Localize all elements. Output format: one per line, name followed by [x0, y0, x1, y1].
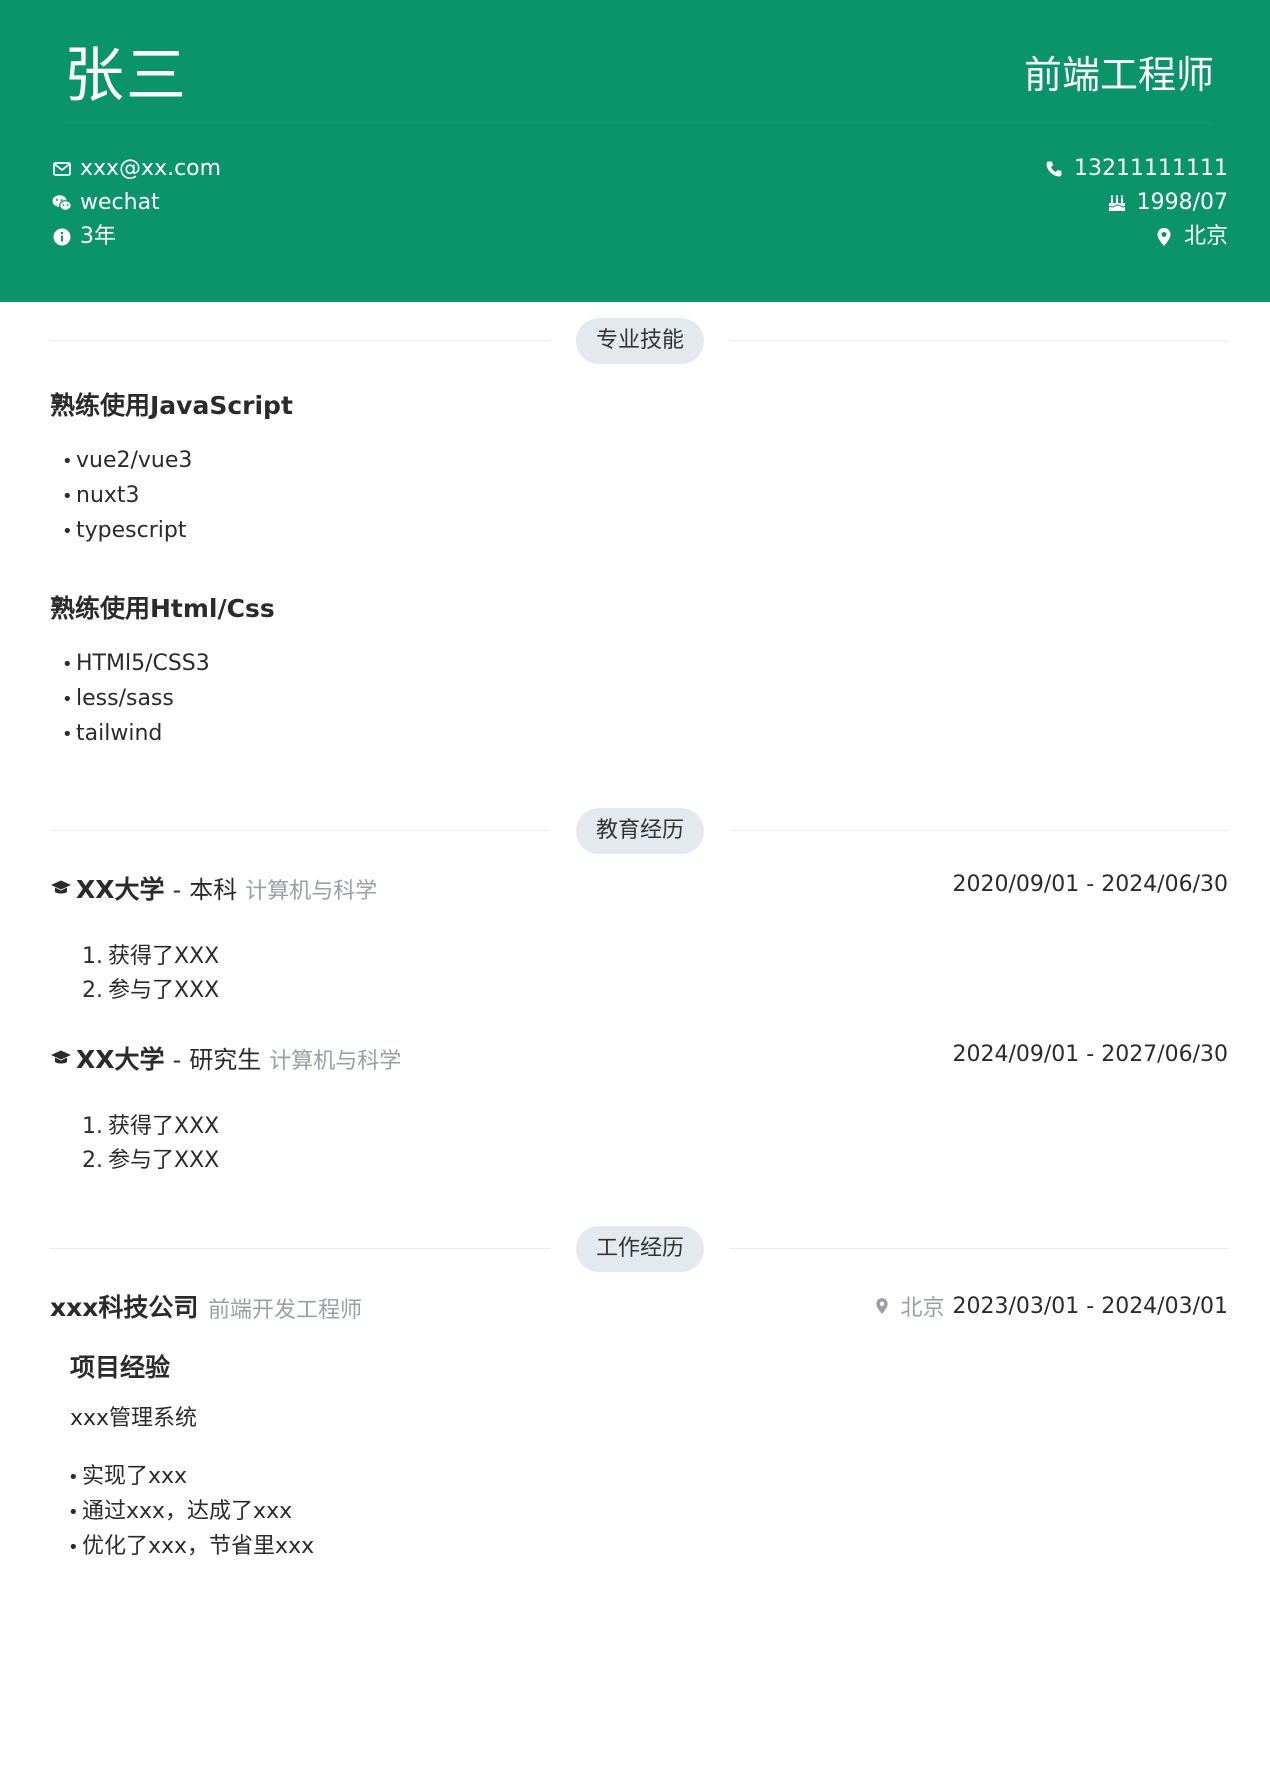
project-heading: 项目经验 — [70, 1353, 171, 1382]
skill-list: HTMl5/CSS3 less/sass tailwind — [62, 647, 210, 752]
list-item: 通过xxx，达成了xxx — [68, 1495, 314, 1530]
company-name: xxx科技公司 — [50, 1293, 199, 1322]
contact-right: 13211111111 1998/07 北京 — [1044, 152, 1228, 254]
list-item: less/sass — [62, 682, 210, 717]
contact-location: 北京 — [1044, 220, 1228, 254]
divider-line — [50, 340, 550, 341]
list-item: 2. 参与了XXX — [82, 1148, 220, 1173]
divider-line — [50, 1248, 550, 1249]
info-icon — [52, 227, 72, 247]
graduation-cap-icon — [50, 877, 72, 899]
school-name: XX大学 — [76, 875, 165, 904]
skill-group-title: 熟练使用Html/Css — [50, 594, 275, 623]
degree: 本科 — [189, 876, 238, 904]
education-date: 2024/09/01 - 2027/06/30 — [952, 1042, 1228, 1067]
candidate-name: 张三 — [64, 41, 188, 111]
work-date: 2023/03/01 - 2024/03/01 — [952, 1293, 1228, 1319]
resume-header: 张三 前端工程师 xxx@xx.com wechat 3年 1321111111… — [0, 0, 1270, 302]
contact-left: xxx@xx.com wechat 3年 — [52, 152, 221, 254]
work-heading-pill: 工作经历 — [576, 1226, 704, 1272]
contact-birthday: 1998/07 — [1044, 186, 1228, 220]
work-meta: 北京 2023/03/01 - 2024/03/01 — [872, 1290, 1228, 1322]
work-city: 北京 — [900, 1296, 945, 1321]
location-text: 北京 — [1183, 224, 1228, 249]
contact-experience: 3年 — [52, 220, 221, 254]
list-item: nuxt3 — [62, 479, 192, 514]
separator: - — [172, 1046, 182, 1074]
list-item: HTMl5/CSS3 — [62, 647, 210, 682]
birthday-text: 1998/07 — [1136, 190, 1228, 215]
mail-icon — [52, 159, 72, 179]
school-name: XX大学 — [76, 1045, 165, 1074]
list-item: 优化了xxx，节省里xxx — [68, 1530, 314, 1565]
location-icon — [872, 1296, 892, 1316]
job-title: 前端工程师 — [1023, 53, 1214, 97]
list-item: 实现了xxx — [68, 1460, 314, 1495]
major: 计算机与科学 — [269, 1049, 402, 1074]
divider-line — [730, 1248, 1228, 1249]
location-icon — [1154, 227, 1174, 247]
email-text[interactable]: xxx@xx.com — [80, 152, 221, 186]
wechat-text: wechat — [80, 190, 160, 215]
project-name: xxx管理系统 — [70, 1406, 198, 1431]
education-heading-pill: 教育经历 — [576, 808, 704, 854]
list-item: 1. 获得了XXX — [82, 1114, 220, 1139]
divider-line — [730, 830, 1228, 831]
cake-icon — [1107, 193, 1127, 213]
list-item: typescript — [62, 514, 192, 549]
education-date: 2020/09/01 - 2024/06/30 — [952, 872, 1228, 897]
work-section-heading: 工作经历 — [50, 1226, 1228, 1272]
education-entry-info: XX大学 - 研究生 计算机与科学 — [50, 1040, 401, 1076]
list-item: vue2/vue3 — [62, 444, 192, 479]
position-title: 前端开发工程师 — [208, 1298, 363, 1323]
wechat-icon — [52, 193, 72, 213]
graduation-cap-icon — [50, 1047, 72, 1069]
education-entry: XX大学 - 研究生 计算机与科学 2024/09/01 - 2027/06/3… — [50, 1040, 1228, 1080]
education-achievements: 1. 获得了XXX 2. 参与了XXX — [82, 1110, 219, 1178]
contact-phone: 13211111111 — [1044, 152, 1228, 186]
skill-list: vue2/vue3 nuxt3 typescript — [62, 444, 192, 549]
project-list: 实现了xxx 通过xxx，达成了xxx 优化了xxx，节省里xxx — [68, 1460, 314, 1565]
education-entry: XX大学 - 本科 计算机与科学 2020/09/01 - 2024/06/30 — [50, 870, 1228, 910]
list-item: 1. 获得了XXX — [82, 944, 220, 969]
work-entry: xxx科技公司 前端开发工程师 北京 2023/03/01 - 2024/03/… — [50, 1288, 1228, 1328]
divider-line — [730, 340, 1228, 341]
list-item: tailwind — [62, 717, 210, 752]
separator: - — [172, 876, 182, 904]
education-achievements: 1. 获得了XXX 2. 参与了XXX — [82, 940, 219, 1008]
header-divider — [64, 122, 1214, 123]
degree: 研究生 — [189, 1046, 262, 1074]
experience-text: 3年 — [80, 224, 116, 249]
education-entry-info: XX大学 - 本科 计算机与科学 — [50, 870, 377, 906]
contact-email: xxx@xx.com — [52, 152, 221, 186]
phone-icon — [1044, 159, 1064, 179]
phone-text[interactable]: 13211111111 — [1074, 152, 1228, 186]
education-section-heading: 教育经历 — [50, 808, 1228, 854]
skills-section-heading: 专业技能 — [50, 318, 1228, 364]
contact-wechat: wechat — [52, 186, 221, 220]
major: 计算机与科学 — [245, 879, 378, 904]
list-item: 2. 参与了XXX — [82, 978, 220, 1003]
skill-group-title: 熟练使用JavaScript — [50, 391, 293, 420]
skills-heading-pill: 专业技能 — [576, 318, 704, 364]
divider-line — [50, 830, 550, 831]
